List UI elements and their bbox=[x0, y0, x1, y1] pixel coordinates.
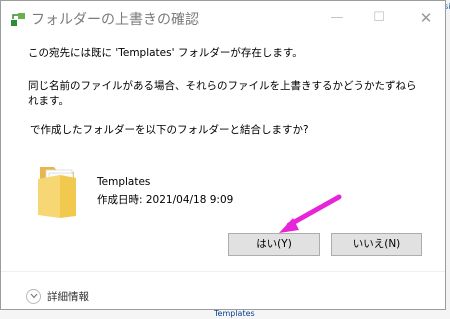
minimize-icon: — bbox=[330, 10, 344, 25]
no-button[interactable]: いいえ(N) bbox=[331, 233, 422, 256]
details-toggle[interactable]: 詳細情報 bbox=[26, 286, 89, 306]
dialog-title: フォルダーの上書きの確認 bbox=[31, 12, 199, 28]
message-merge-question: で作成したフォルダーを以下のフォルダーと結合しますか? bbox=[30, 124, 309, 136]
background-snippet-bottom: Templates bbox=[214, 309, 255, 318]
minimize-button[interactable]: — bbox=[317, 1, 357, 35]
maximize-icon: ☐ bbox=[373, 10, 385, 25]
folder-name: Templates bbox=[97, 176, 151, 188]
folder-icon bbox=[38, 167, 76, 218]
maximize-button[interactable]: ☐ bbox=[359, 1, 399, 35]
close-button[interactable]: ✕ bbox=[406, 1, 446, 35]
overwrite-confirm-dialog: フォルダーの上書きの確認 — ☐ ✕ この宛先には既に 'Templates' … bbox=[0, 0, 446, 310]
folder-created-date: 作成日時: 2021/04/18 9:09 bbox=[97, 194, 234, 206]
close-icon: ✕ bbox=[419, 9, 433, 27]
message-exists: この宛先には既に 'Templates' フォルダーが存在します。 bbox=[28, 47, 303, 59]
message-overwrite-prompt: 同じ名前のファイルがある場合、それらのファイルを上書きするかどうかたずねられます… bbox=[28, 80, 417, 107]
footer-divider bbox=[1, 271, 445, 272]
chevron-down-icon bbox=[26, 288, 41, 304]
title-bar[interactable]: フォルダーの上書きの確認 — ☐ ✕ bbox=[1, 1, 445, 35]
details-label: 詳細情報 bbox=[47, 290, 89, 303]
background-window-edge bbox=[446, 0, 450, 319]
move-folder-icon bbox=[11, 13, 25, 26]
annotation-arrow-icon bbox=[279, 194, 342, 233]
